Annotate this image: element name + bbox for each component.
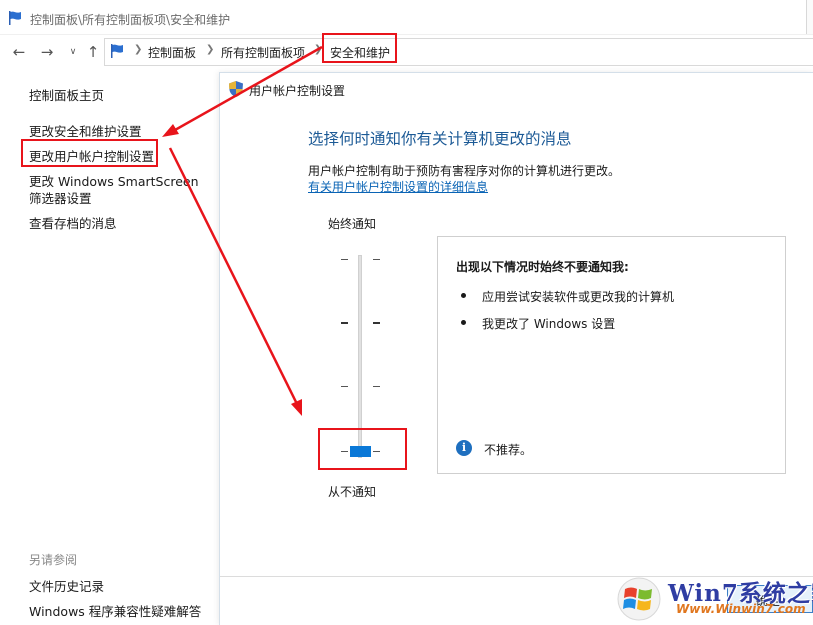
breadcrumb-all-items[interactable]: 所有控制面板项 [221,44,305,61]
slider-tick-right [373,322,380,324]
annotation-highlight-breadcrumb [322,33,397,63]
slider-tick-left [341,322,348,324]
change-security-settings-link[interactable]: 更改安全和维护设置 [29,121,142,140]
annotation-highlight-uac-link [21,139,158,167]
recent-locations-button[interactable]: ∨ [64,43,82,61]
control-panel-flag-icon [9,11,21,25]
control-panel-flag-icon [111,44,123,58]
dialog-description: 用户帐户控制有助于预防有害程序对你的计算机进行更改。 [308,164,621,178]
slider-bottom-label: 从不通知 [328,485,377,499]
level-description-title: 出现以下情况时始终不要通知我: [456,260,629,274]
slider-tick-right [373,386,380,387]
slider-tick-right [373,259,380,260]
forward-button[interactable]: → [38,43,56,61]
arrow-up-icon: ↑ [86,43,100,61]
arrow-left-icon: ← [12,43,26,61]
level-description-item: 我更改了 Windows 设置 [482,317,616,331]
level-description-item: 应用尝试安装软件或更改我的计算机 [482,290,675,304]
see-also-heading: 另请参阅 [29,553,78,567]
chevron-right-icon: ❯ [206,44,215,55]
window-title: 控制面板\所有控制面板项\安全和维护 [30,13,231,27]
compatibility-troubleshooter-link[interactable]: Windows 程序兼容性疑难解答 [29,601,201,620]
arrow-right-icon: → [40,43,54,61]
smartscreen-filter-settings-link[interactable]: 筛选器设置 [29,188,92,207]
bullet-icon [461,293,466,298]
watermark-url: Www.Winwin7.com [676,602,806,616]
annotation-arrowhead [162,124,179,137]
uac-shield-icon [229,81,243,97]
recommendation-note: 不推荐。 [484,443,533,457]
back-button[interactable]: ← [10,43,28,61]
up-button[interactable]: ↑ [84,43,102,61]
file-history-link[interactable]: 文件历史记录 [29,576,104,595]
bullet-icon [461,320,466,325]
window-edge [806,0,813,34]
info-icon: i [456,440,472,456]
annotation-highlight-slider [318,428,407,470]
windows-logo-icon [617,577,661,621]
slider-top-label: 始终通知 [328,217,377,231]
breadcrumb-control-panel[interactable]: 控制面板 [148,44,196,61]
view-archived-messages-link[interactable]: 查看存档的消息 [29,213,117,232]
dialog-title: 用户帐户控制设置 [249,84,346,98]
slider-tick-left [341,259,348,260]
slider-tick-left [341,386,348,387]
dialog-heading: 选择何时通知你有关计算机更改的消息 [308,130,572,148]
chevron-right-icon: ❯ [134,44,143,55]
control-panel-home-link[interactable]: 控制面板主页 [29,85,104,104]
chevron-down-icon: ∨ [69,47,77,57]
uac-details-link[interactable]: 有关用户帐户控制设置的详细信息 [308,178,488,195]
